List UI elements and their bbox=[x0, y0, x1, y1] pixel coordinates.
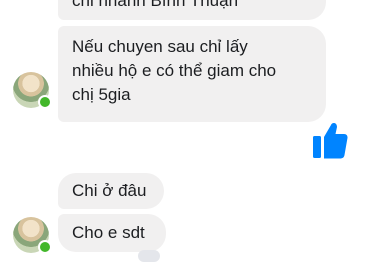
message-bubble-where[interactable]: Chi ở đâu bbox=[58, 173, 164, 209]
online-status-dot bbox=[38, 240, 52, 254]
thumbs-up-icon[interactable] bbox=[312, 120, 348, 160]
message-bubble-offer[interactable]: Nếu chuyen sau chỉ lấy nhiều hộ e có thể… bbox=[58, 26, 326, 122]
reaction-indicator bbox=[138, 250, 160, 262]
message-text-offer-line1: Nếu chuyen sau chỉ lấy bbox=[72, 37, 248, 56]
online-status-dot bbox=[38, 95, 52, 109]
message-text-offer-line2: nhiều hộ e có thể giam cho bbox=[72, 61, 277, 80]
thumbs-up-glyph bbox=[313, 122, 348, 159]
message-bubble-phone[interactable]: Cho e sdt bbox=[58, 214, 166, 252]
message-text-branch: chi nhánh Bình Thuận bbox=[72, 0, 239, 10]
message-bubble-branch[interactable]: chi nhánh Bình Thuận bbox=[58, 0, 326, 20]
message-text-where: Chi ở đâu bbox=[72, 181, 147, 200]
message-text-phone: Cho e sdt bbox=[72, 223, 145, 242]
contact-avatar[interactable] bbox=[13, 72, 52, 109]
contact-avatar-2[interactable] bbox=[13, 217, 52, 254]
message-text-offer-line3: chị 5gia bbox=[72, 85, 131, 104]
